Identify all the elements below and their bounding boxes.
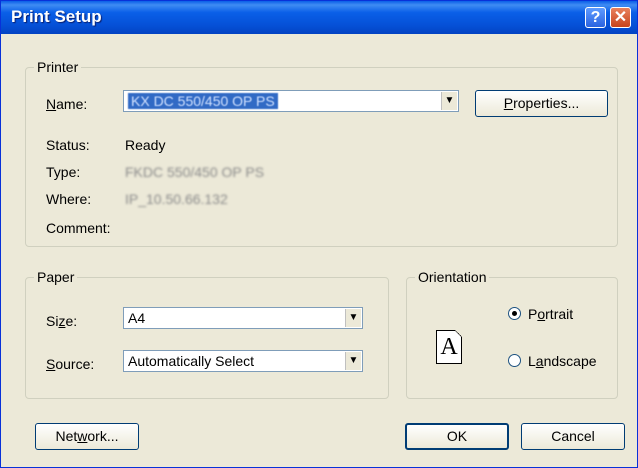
properties-button[interactable]: Properties...	[475, 90, 608, 117]
title-bar[interactable]: Print Setup ? ✕	[1, 1, 637, 34]
status-value: Ready	[125, 137, 166, 153]
where-label: Where:	[46, 191, 92, 207]
landscape-radio[interactable]	[508, 354, 521, 367]
window-title: Print Setup	[11, 7, 102, 26]
dropdown-arrow-icon[interactable]: ▼	[345, 309, 361, 327]
landscape-label[interactable]: Landscape	[528, 353, 597, 369]
ok-button[interactable]: OK	[405, 423, 509, 450]
help-icon[interactable]: ?	[585, 7, 606, 28]
close-icon[interactable]: ✕	[610, 7, 631, 28]
type-value: FKDC 550/450 OP PS	[125, 164, 265, 180]
paper-size-value: A4	[128, 310, 146, 326]
portrait-page-icon: A	[436, 330, 462, 364]
dropdown-arrow-icon[interactable]: ▼	[441, 92, 457, 110]
print-setup-dialog: Print Setup ? ✕ Printer Name: KX DC 550/…	[0, 0, 638, 468]
portrait-radio[interactable]	[508, 307, 521, 320]
dropdown-arrow-icon[interactable]: ▼	[345, 352, 361, 370]
printer-name-value: KX DC 550/450 OP PS	[128, 93, 278, 109]
paper-source-label: Source:	[46, 356, 95, 372]
cancel-button[interactable]: Cancel	[521, 423, 625, 450]
where-value: IP_10.50.66.132	[125, 191, 228, 207]
paper-source-dropdown[interactable]: Automatically Select ▼	[123, 350, 363, 372]
paper-group: Paper	[25, 269, 389, 399]
comment-label: Comment:	[46, 220, 111, 236]
paper-size-dropdown[interactable]: A4 ▼	[123, 307, 363, 329]
printer-name-label: Name:	[46, 96, 88, 112]
printer-group-label: Printer	[34, 59, 82, 75]
network-button[interactable]: Network...	[35, 423, 139, 450]
paper-source-value: Automatically Select	[128, 353, 255, 369]
printer-name-dropdown[interactable]: KX DC 550/450 OP PS ▼	[123, 90, 459, 112]
paper-group-label: Paper	[34, 269, 78, 285]
portrait-label[interactable]: Portrait	[528, 306, 573, 322]
paper-size-label: Size:	[46, 313, 78, 329]
status-label: Status:	[46, 137, 90, 153]
orientation-group-label: Orientation	[415, 269, 490, 285]
type-label: Type:	[46, 164, 81, 180]
